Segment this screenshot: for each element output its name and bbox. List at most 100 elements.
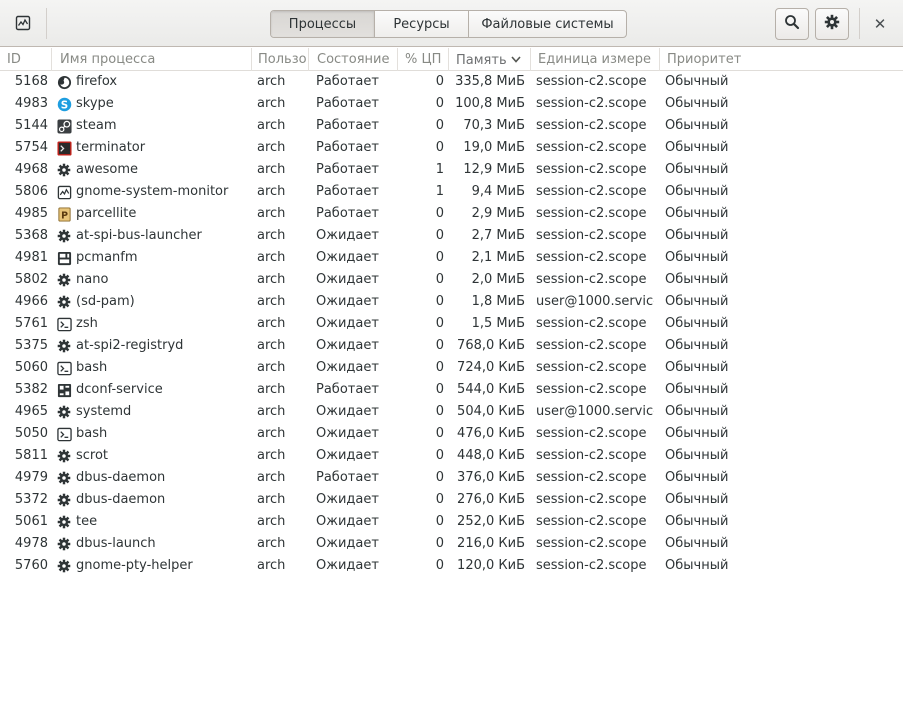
parcellite-icon: P [56,206,72,222]
table-row[interactable]: 4981 pcmanfm arch Ожидает 0 2,1 МиБ session-c2… [0,247,903,269]
process-unit: session-c2.scope [536,206,647,221]
process-user: arch [257,74,286,89]
column-header-memory[interactable]: Память [449,48,531,71]
process-name: parcellite [76,206,137,221]
process-state: Ожидает [316,228,379,243]
process-cpu: 0 [435,316,444,331]
table-row[interactable]: 4978 dbus-launch arch Ожидает 0 216,0 КиБ sess… [0,533,903,555]
table-row[interactable]: 5375 at-spi2-registryd arch Ожидает 0 768,0 К… [0,335,903,357]
header-bar: Процессы Ресурсы Файловые системы ✕ [0,0,903,47]
process-user: arch [257,118,286,133]
table-row[interactable]: 5754 terminator arch Работает 0 19,0 МиБ sessi… [0,137,903,159]
column-header-cpu[interactable]: % ЦП [398,48,449,71]
process-cpu: 1 [435,184,444,199]
table-row[interactable]: 5144 steam arch Работает 0 70,3 МиБ session-c2… [0,115,903,137]
table-row[interactable]: 4966 (sd-pam) arch Ожидает 0 1,8 МиБ user@1000… [0,291,903,313]
process-state: Ожидает [316,558,379,573]
column-header-process-name[interactable]: Имя процесса [53,48,252,71]
terminal-icon [56,316,72,332]
table-row[interactable]: 5761 zsh arch Ожидает 0 1,5 МиБ session-c2.sco… [0,313,903,335]
process-id: 4965 [14,404,48,419]
table-row[interactable]: 5368 at-spi-bus-launcher arch Ожидает 0 2,7 М… [0,225,903,247]
column-header-priority[interactable]: Приоритет [660,48,903,71]
process-priority: Обычный [665,448,729,463]
process-id: 5806 [14,184,48,199]
gear-icon [56,470,72,486]
process-name: firefox [76,74,118,89]
process-memory: 504,0 КиБ [457,404,525,419]
process-user: arch [257,272,286,287]
table-row[interactable]: 5802 nano arch Ожидает 0 2,0 МиБ session-c2.sc… [0,269,903,291]
process-id: 5375 [14,338,48,353]
process-cpu: 0 [435,250,444,265]
process-unit: session-c2.scope [536,558,647,573]
gear-icon [56,338,72,354]
column-header-state[interactable]: Состояние [310,48,398,71]
process-memory: 100,8 МиБ [455,96,525,111]
table-row[interactable]: 5811 scrot arch Ожидает 0 448,0 КиБ session-c2… [0,445,903,467]
process-id: 5368 [14,228,48,243]
table-row[interactable]: 5168 firefox arch Работает 0 335,8 МиБ session… [0,71,903,93]
gear-icon [56,514,72,530]
process-id: 4978 [14,536,48,551]
table-row[interactable]: 5372 dbus-daemon arch Ожидает 0 276,0 КиБ sess… [0,489,903,511]
settings-button[interactable] [815,8,849,40]
process-name: gnome-system-monitor [76,184,229,199]
process-name: skype [76,96,114,111]
process-unit: session-c2.scope [536,360,647,375]
process-unit: session-c2.scope [536,382,647,397]
process-state: Ожидает [316,316,379,331]
column-header-user[interactable]: Пользо [251,48,309,71]
table-row[interactable]: 4983 skype arch Работает 0 100,8 МиБ session-c… [0,93,903,115]
table-row[interactable]: 5061 tee arch Ожидает 0 252,0 КиБ session-c2.s… [0,511,903,533]
process-memory: 448,0 КиБ [457,448,525,463]
table-row[interactable]: 4979 dbus-daemon arch Работает 0 376,0 КиБ ses… [0,467,903,489]
pcmanfm-icon [56,250,72,266]
tab-processes[interactable]: Процессы [271,11,375,37]
tab-file-systems[interactable]: Файловые системы [469,11,626,37]
process-state: Работает [316,96,379,111]
process-state: Работает [316,184,379,199]
table-row[interactable]: 4965 systemd arch Ожидает 0 504,0 КиБ user@100… [0,401,903,423]
process-id: 5802 [14,272,48,287]
table-row[interactable]: 5806 gnome-system-monitor arch Работает 1 9,4… [0,181,903,203]
table-row[interactable]: 4968 awesome arch Работает 1 12,9 МиБ session-… [0,159,903,181]
header-separator [46,8,47,39]
dconf-icon [56,382,72,398]
process-state: Ожидает [316,448,379,463]
process-id: 5144 [14,118,48,133]
table-row[interactable]: 5382 dconf-service arch Работает 0 544,0 КиБ s… [0,379,903,401]
process-cpu: 0 [435,118,444,133]
process-user: arch [257,404,286,419]
process-priority: Обычный [665,206,729,221]
process-user: arch [257,536,286,551]
column-header-id[interactable]: ID [0,48,52,71]
process-memory: 768,0 КиБ [457,338,525,353]
table-row[interactable]: 5760 gnome-pty-helper arch Ожидает 0 120,0 Ки… [0,555,903,577]
header-separator [859,8,860,39]
process-name: tee [76,514,98,529]
terminal-icon [56,360,72,376]
close-button[interactable]: ✕ [866,10,894,38]
svg-text:P: P [61,210,68,221]
column-header-unit[interactable]: Единица измере [531,48,660,71]
process-priority: Обычный [665,338,729,353]
process-unit: session-c2.scope [536,74,647,89]
process-state: Работает [316,162,379,177]
process-memory: 335,8 МиБ [455,74,525,89]
process-state: Работает [316,74,379,89]
process-name: at-spi2-registryd [76,338,184,353]
tab-resources[interactable]: Ресурсы [375,11,469,37]
table-row[interactable]: 4985 parcellite arch Работает 0 2,9 МиБ sessio… [0,203,903,225]
table-row[interactable]: 5060 bash arch Ожидает 0 724,0 КиБ session-c2.… [0,357,903,379]
process-user: arch [257,316,286,331]
process-memory: 12,9 МиБ [463,162,525,177]
process-id: 4985 [14,206,48,221]
process-unit: session-c2.scope [536,536,647,551]
process-cpu: 0 [435,294,444,309]
table-row[interactable]: 5050 bash arch Ожидает 0 476,0 КиБ session-c2.… [0,423,903,445]
process-user: arch [257,382,286,397]
system-monitor-app-icon[interactable] [9,10,37,36]
search-button[interactable] [775,8,809,40]
process-memory: 2,7 МиБ [471,228,525,243]
